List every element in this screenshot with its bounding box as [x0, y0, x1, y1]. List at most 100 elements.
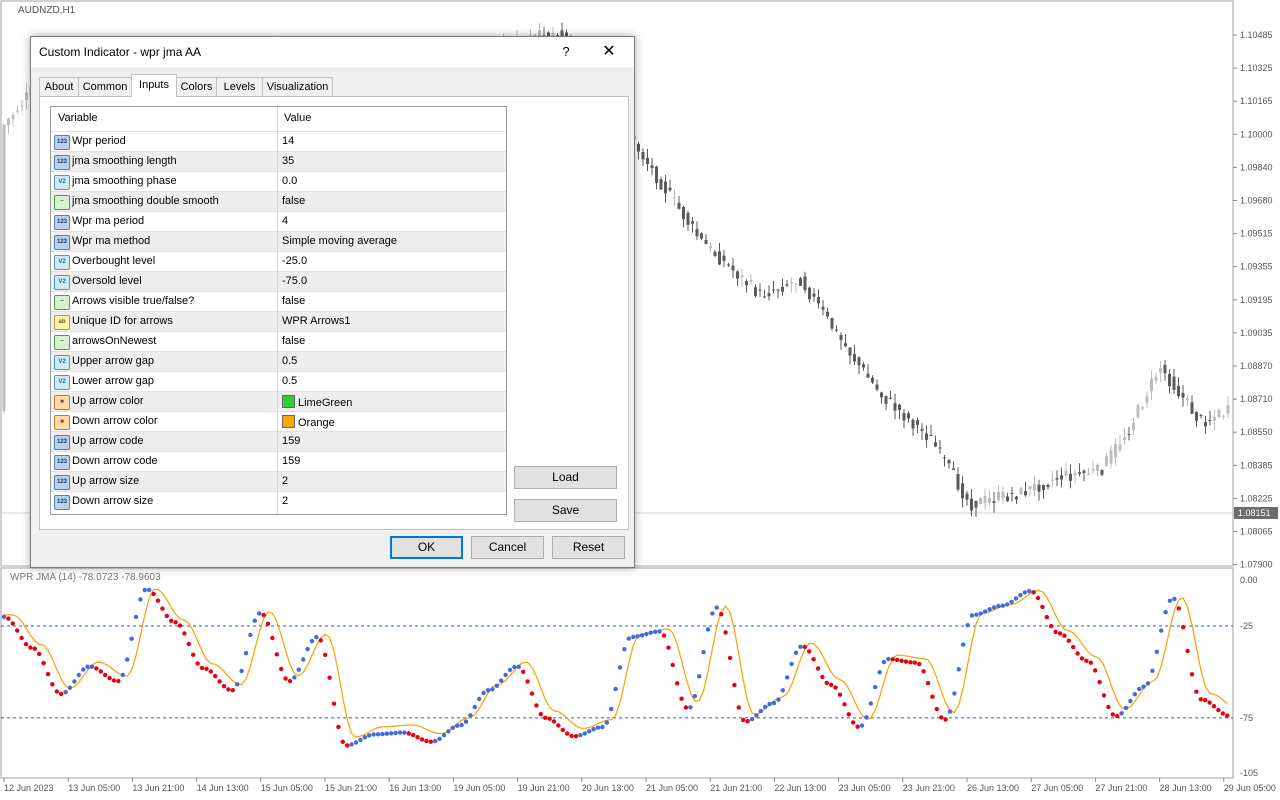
candle-body	[1168, 374, 1171, 387]
tab-colors[interactable]: Colors	[176, 77, 217, 96]
column-separator[interactable]	[277, 107, 278, 514]
input-row[interactable]: ~ arrowsOnNewest false	[51, 331, 506, 352]
wpr-dot	[604, 720, 609, 725]
tab-visualization[interactable]: Visualization	[262, 77, 333, 96]
candle-body	[916, 420, 919, 425]
wpr-dot	[763, 704, 768, 710]
param-value[interactable]: 0.5	[282, 355, 297, 367]
param-value[interactable]: 2	[282, 475, 288, 487]
wpr-dot	[635, 634, 640, 639]
param-value[interactable]: WPR Arrows1	[282, 315, 350, 327]
input-row[interactable]: V2 Overbought level -25.0	[51, 251, 506, 272]
color-swatch	[282, 395, 295, 408]
wpr-dot	[925, 680, 931, 686]
param-value[interactable]: 0.5	[282, 375, 297, 387]
input-row[interactable]: 123 Down arrow code 159	[51, 451, 506, 472]
input-row[interactable]: 123 jma smoothing length 35	[51, 151, 506, 172]
save-button[interactable]: Save	[514, 499, 617, 522]
wpr-dot	[881, 659, 887, 665]
candle-body	[997, 492, 1000, 501]
wpr-dot	[1075, 651, 1080, 656]
help-button[interactable]: ?	[555, 42, 577, 62]
input-row[interactable]: 123 Up arrow size 2	[51, 471, 506, 492]
wpr-dot	[274, 652, 279, 657]
variable-column-header[interactable]: Variable	[58, 112, 98, 124]
wpr-dot	[433, 738, 438, 744]
wpr-dot	[1115, 713, 1120, 719]
load-button[interactable]: Load	[514, 466, 617, 489]
param-value[interactable]: Orange	[282, 415, 335, 429]
param-value[interactable]: 0.0	[282, 175, 297, 187]
input-row[interactable]: V2 Lower arrow gap 0.5	[51, 371, 506, 392]
wpr-dot	[340, 739, 345, 744]
tab-inputs[interactable]: Inputs	[131, 74, 177, 97]
cancel-button[interactable]: Cancel	[471, 536, 544, 559]
input-row[interactable]: 123 Wpr ma period 4	[51, 211, 506, 232]
input-row[interactable]: 123 Wpr ma method Simple moving average	[51, 231, 506, 252]
input-row[interactable]: ■ Down arrow color Orange	[51, 411, 506, 432]
wpr-dot	[63, 690, 68, 695]
param-value[interactable]: false	[282, 295, 305, 307]
candle-body	[695, 229, 699, 237]
param-type-icon: 123	[54, 455, 70, 470]
wpr-dot	[521, 669, 526, 674]
param-value[interactable]: 4	[282, 215, 288, 227]
input-row[interactable]: 123 Down arrow size 2	[51, 491, 506, 512]
price-tick-label: 1.09195	[1240, 295, 1273, 305]
reset-button[interactable]: Reset	[552, 536, 625, 559]
dialog-titlebar[interactable]: Custom Indicator - wpr jma AA ? ✕	[31, 37, 634, 67]
wpr-dot	[732, 682, 737, 688]
candle-body	[682, 207, 685, 220]
tab-about[interactable]: About	[39, 77, 79, 96]
wpr-dot	[710, 611, 715, 616]
param-value[interactable]: -75.0	[282, 275, 307, 287]
wpr-dot	[767, 701, 772, 707]
tab-levels[interactable]: Levels	[216, 77, 263, 96]
input-row[interactable]: 123 Wpr period 14	[51, 131, 506, 152]
wpr-dot	[142, 587, 147, 593]
param-value[interactable]: 159	[282, 435, 300, 447]
param-value[interactable]: 14	[282, 135, 294, 147]
param-value[interactable]: 35	[282, 155, 294, 167]
close-button[interactable]: ✕	[597, 41, 621, 63]
candle-body	[1055, 478, 1059, 480]
wpr-dot	[411, 732, 416, 738]
param-type-icon: V2	[54, 175, 70, 190]
time-tick-label: 13 Jun 21:00	[132, 783, 184, 793]
input-row[interactable]: ■ Up arrow color LimeGreen	[51, 391, 506, 412]
candle-body	[1046, 484, 1050, 488]
ok-button[interactable]: OK	[390, 536, 463, 559]
tab-common[interactable]: Common	[78, 77, 132, 96]
candle-body	[1127, 434, 1131, 436]
param-value[interactable]: false	[282, 195, 305, 207]
input-row[interactable]: V2 Oversold level -75.0	[51, 271, 506, 292]
input-row[interactable]: ~ Arrows visible true/false? false	[51, 291, 506, 312]
wpr-dot	[349, 742, 354, 747]
input-row[interactable]: ab Unique ID for arrows WPR Arrows1	[51, 311, 506, 332]
wpr-dot	[120, 672, 126, 678]
param-value[interactable]: Simple moving average	[282, 235, 397, 247]
wpr-dot	[138, 597, 143, 602]
input-row[interactable]: V2 Upper arrow gap 0.5	[51, 351, 506, 372]
value-column-header[interactable]: Value	[284, 112, 311, 124]
param-value[interactable]: false	[282, 335, 305, 347]
price-tick-label: 1.09680	[1240, 196, 1273, 206]
wpr-dot	[111, 678, 117, 683]
param-name: Up arrow code	[72, 435, 144, 447]
candle-body	[1019, 487, 1023, 495]
wpr-dot	[221, 684, 227, 689]
param-value[interactable]: 159	[282, 455, 300, 467]
price-tick-label: 1.09355	[1240, 262, 1273, 272]
param-value[interactable]: LimeGreen	[282, 395, 352, 409]
input-row[interactable]: 123 Up arrow code 159	[51, 431, 506, 452]
wpr-dot	[441, 733, 447, 738]
input-row[interactable]: ~ jma smoothing double smooth false	[51, 191, 506, 212]
wpr-dot	[41, 660, 46, 666]
wpr-dot	[1000, 603, 1005, 608]
param-value[interactable]: 2	[282, 495, 288, 507]
param-name: arrowsOnNewest	[72, 335, 157, 347]
input-row[interactable]: V2 jma smoothing phase 0.0	[51, 171, 506, 192]
param-value[interactable]: -25.0	[282, 255, 307, 267]
candle-body	[758, 289, 762, 291]
wpr-dot	[1145, 681, 1151, 686]
